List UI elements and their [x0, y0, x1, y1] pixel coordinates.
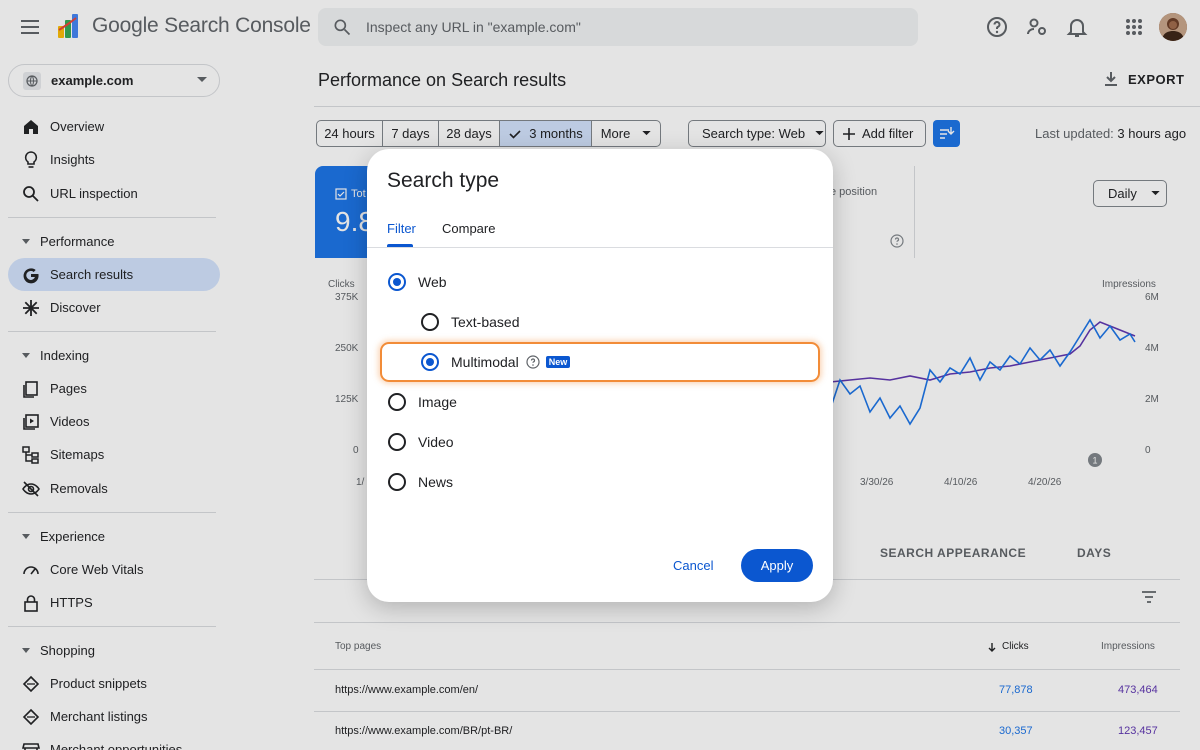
cancel-button[interactable]: Cancel [673, 558, 713, 573]
tab-filter[interactable]: Filter [387, 221, 416, 236]
radio-unselected[interactable] [388, 393, 406, 411]
option-video[interactable]: Video [388, 433, 454, 451]
option-text-based[interactable]: Text-based [421, 313, 519, 331]
option-label: Multimodal [451, 354, 519, 370]
radio-unselected[interactable] [388, 473, 406, 491]
radio-selected[interactable] [388, 273, 406, 291]
option-multimodal[interactable]: Multimodal New [421, 353, 571, 371]
option-label: Text-based [451, 314, 520, 330]
help-icon[interactable] [526, 355, 540, 369]
option-image[interactable]: Image [388, 393, 457, 411]
apply-button[interactable]: Apply [741, 549, 813, 582]
option-label: Web [418, 274, 447, 290]
radio-selected[interactable] [421, 353, 439, 371]
radio-unselected[interactable] [421, 313, 439, 331]
radio-unselected[interactable] [388, 433, 406, 451]
tab-compare[interactable]: Compare [442, 221, 495, 236]
tabs-divider [367, 247, 833, 248]
option-news[interactable]: News [388, 473, 453, 491]
option-label: Image [418, 394, 457, 410]
option-web[interactable]: Web [388, 273, 447, 291]
option-label: News [418, 474, 454, 490]
search-type-dialog: Search type Filter Compare Web Text-base… [367, 149, 833, 602]
option-label: Video [418, 434, 454, 450]
dialog-title: Search type [387, 169, 500, 192]
new-badge: New [545, 356, 571, 368]
